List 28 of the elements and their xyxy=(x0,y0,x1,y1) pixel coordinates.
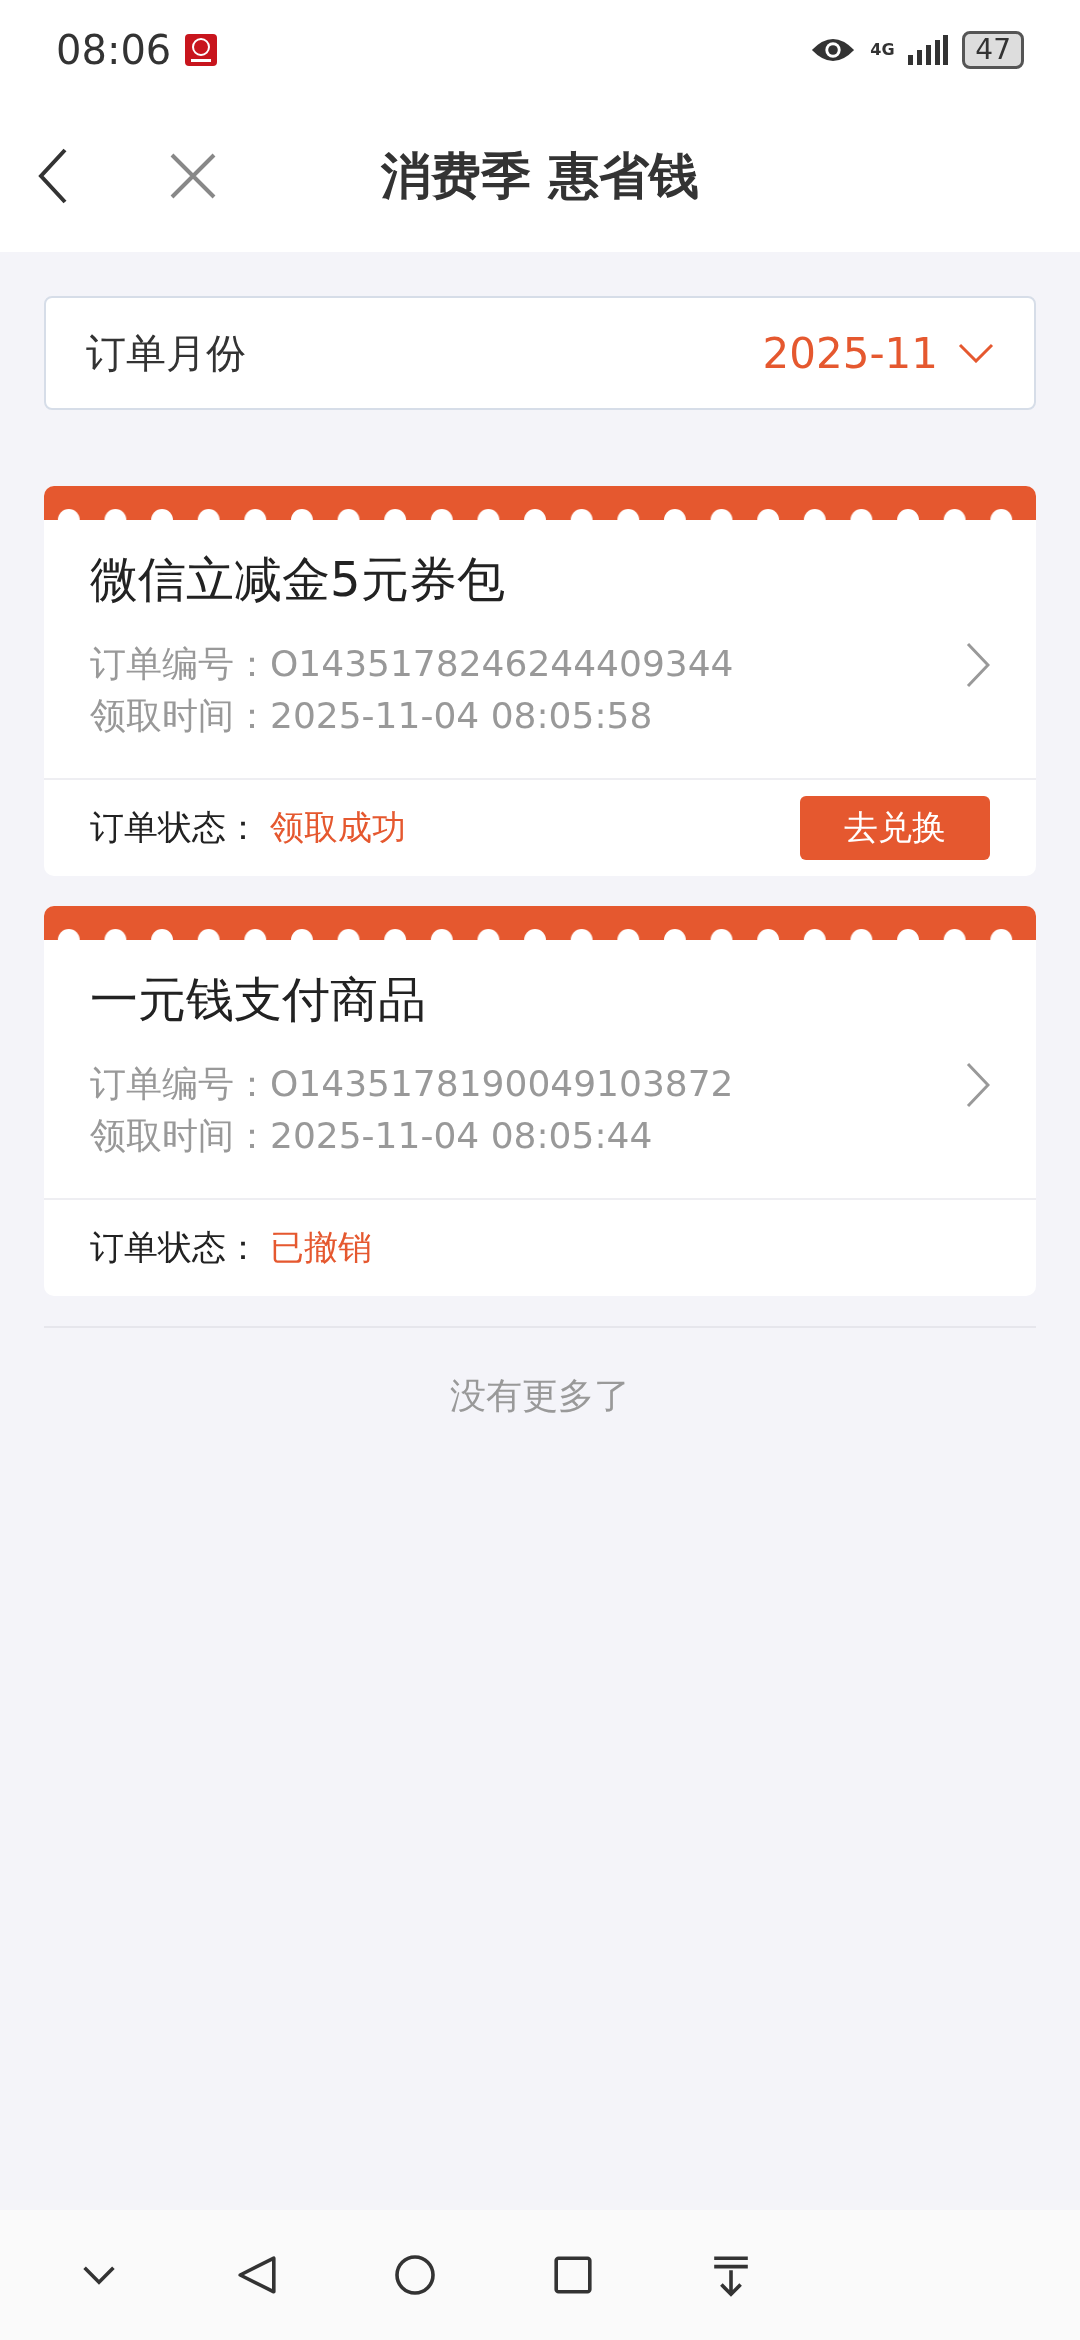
page-title: 消费季 惠省钱 xyxy=(381,145,699,207)
month-label: 订单月份 xyxy=(86,328,247,378)
end-of-list-text: 没有更多了 xyxy=(450,1374,630,1418)
network-label: 4G xyxy=(870,42,895,58)
close-icon[interactable] xyxy=(170,153,216,199)
status-label: 订单状态： xyxy=(90,806,260,849)
status-time: 08:06 xyxy=(56,27,172,73)
app-notification-icon xyxy=(185,34,218,66)
order-title: 一元钱支付商品 xyxy=(90,970,427,1029)
order-card[interactable]: 微信立减金5元券包 订单编号：O1435178246244409344 领取时间：2025-11-04 08:05:58 订单状态： 领取成功 去兑换 xyxy=(44,486,1036,876)
order-status: 领取成功 xyxy=(270,806,407,849)
order-number: 订单编号：O1435178246244409344 xyxy=(90,642,735,686)
battery-indicator: 47 xyxy=(962,31,1024,69)
signal-icon xyxy=(908,35,949,65)
claim-time: 领取时间：2025-11-04 08:05:44 xyxy=(90,1114,654,1158)
month-selector[interactable]: 订单月份 2025-11 xyxy=(44,296,1036,410)
chevron-down-icon xyxy=(958,343,994,363)
status-label: 订单状态： xyxy=(90,1226,260,1269)
chevron-right-icon xyxy=(966,1062,990,1108)
back-icon[interactable] xyxy=(38,148,68,204)
order-status: 已撤销 xyxy=(270,1226,373,1269)
chevron-right-icon xyxy=(966,642,990,688)
order-card[interactable]: 一元钱支付商品 订单编号：O1435178190049103872 领取时间：2025-11-04 08:05:44 订单状态： 已撤销 xyxy=(44,906,1036,1296)
order-title: 微信立减金5元券包 xyxy=(90,550,506,609)
month-value: 2025-11 xyxy=(762,328,938,378)
claim-time: 领取时间：2025-11-04 08:05:58 xyxy=(90,694,654,738)
order-number: 订单编号：O1435178190049103872 xyxy=(90,1062,735,1106)
redeem-button[interactable]: 去兑换 xyxy=(800,796,990,860)
